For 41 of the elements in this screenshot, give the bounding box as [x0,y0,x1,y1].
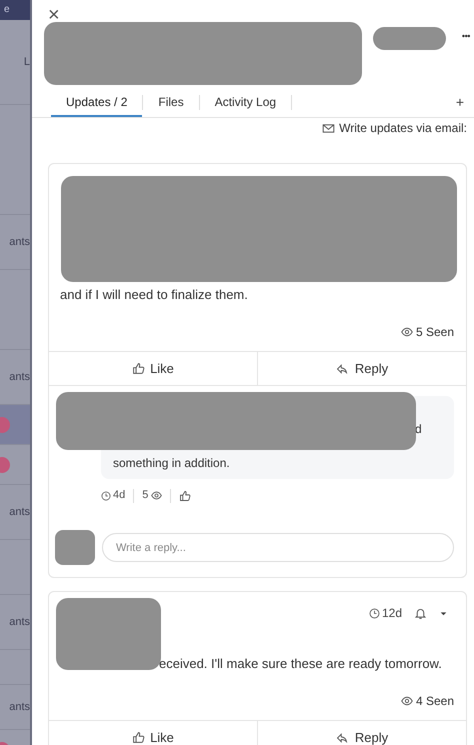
tab[interactable]: Updates / 2 [51,88,142,117]
like-button[interactable] [179,490,192,502]
mail-icon [322,122,336,134]
thumbs-up-icon [132,362,146,375]
clock-icon [368,608,380,618]
tab[interactable]: Files [143,88,199,117]
update-text: and if I will need to finalize them. [60,286,248,304]
seen-count: 5 [142,488,148,504]
board-cell-text: L [24,54,30,70]
redaction-block [55,530,95,565]
reply-text: something in addition. [113,455,230,472]
reply-button[interactable]: Reply [258,352,466,385]
bell-icon [414,606,427,620]
clock-icon [101,490,111,500]
eye-icon [400,695,413,707]
seen-count: 4 Seen [416,693,454,710]
like-button[interactable]: Like [49,721,258,745]
add-tab-button[interactable]: + [456,88,464,117]
reply-icon [336,362,348,374]
reply-icon [336,732,348,744]
like-button[interactable]: Like [49,352,258,385]
seen-count: 5 Seen [416,324,454,341]
eye-icon [400,326,413,338]
board-cell-text: ants [9,504,30,520]
eye-icon [151,490,162,501]
thumbs-up-icon [179,490,192,502]
board-header: e [0,0,30,20]
reply-button[interactable]: Reply [258,721,466,745]
more-button[interactable]: ••• [462,30,470,44]
board-cell-text: ants [9,234,30,250]
email-link[interactable]: Write updates via email: [322,119,467,137]
reply-time: 4d [113,488,126,504]
tab[interactable]: Activity Log [200,88,292,117]
thumbs-up-icon [132,731,146,744]
reply-field[interactable]: Write a reply... [102,533,454,562]
board-cell-text: ants [9,700,30,715]
update-text: eceived. I'll make sure these are ready tomorrow. [159,655,442,673]
board-cell-text: ants [9,614,30,630]
timestamp: 12d [382,605,402,622]
board-cell-text: ants [9,370,30,385]
close-button[interactable]: × [48,4,60,26]
